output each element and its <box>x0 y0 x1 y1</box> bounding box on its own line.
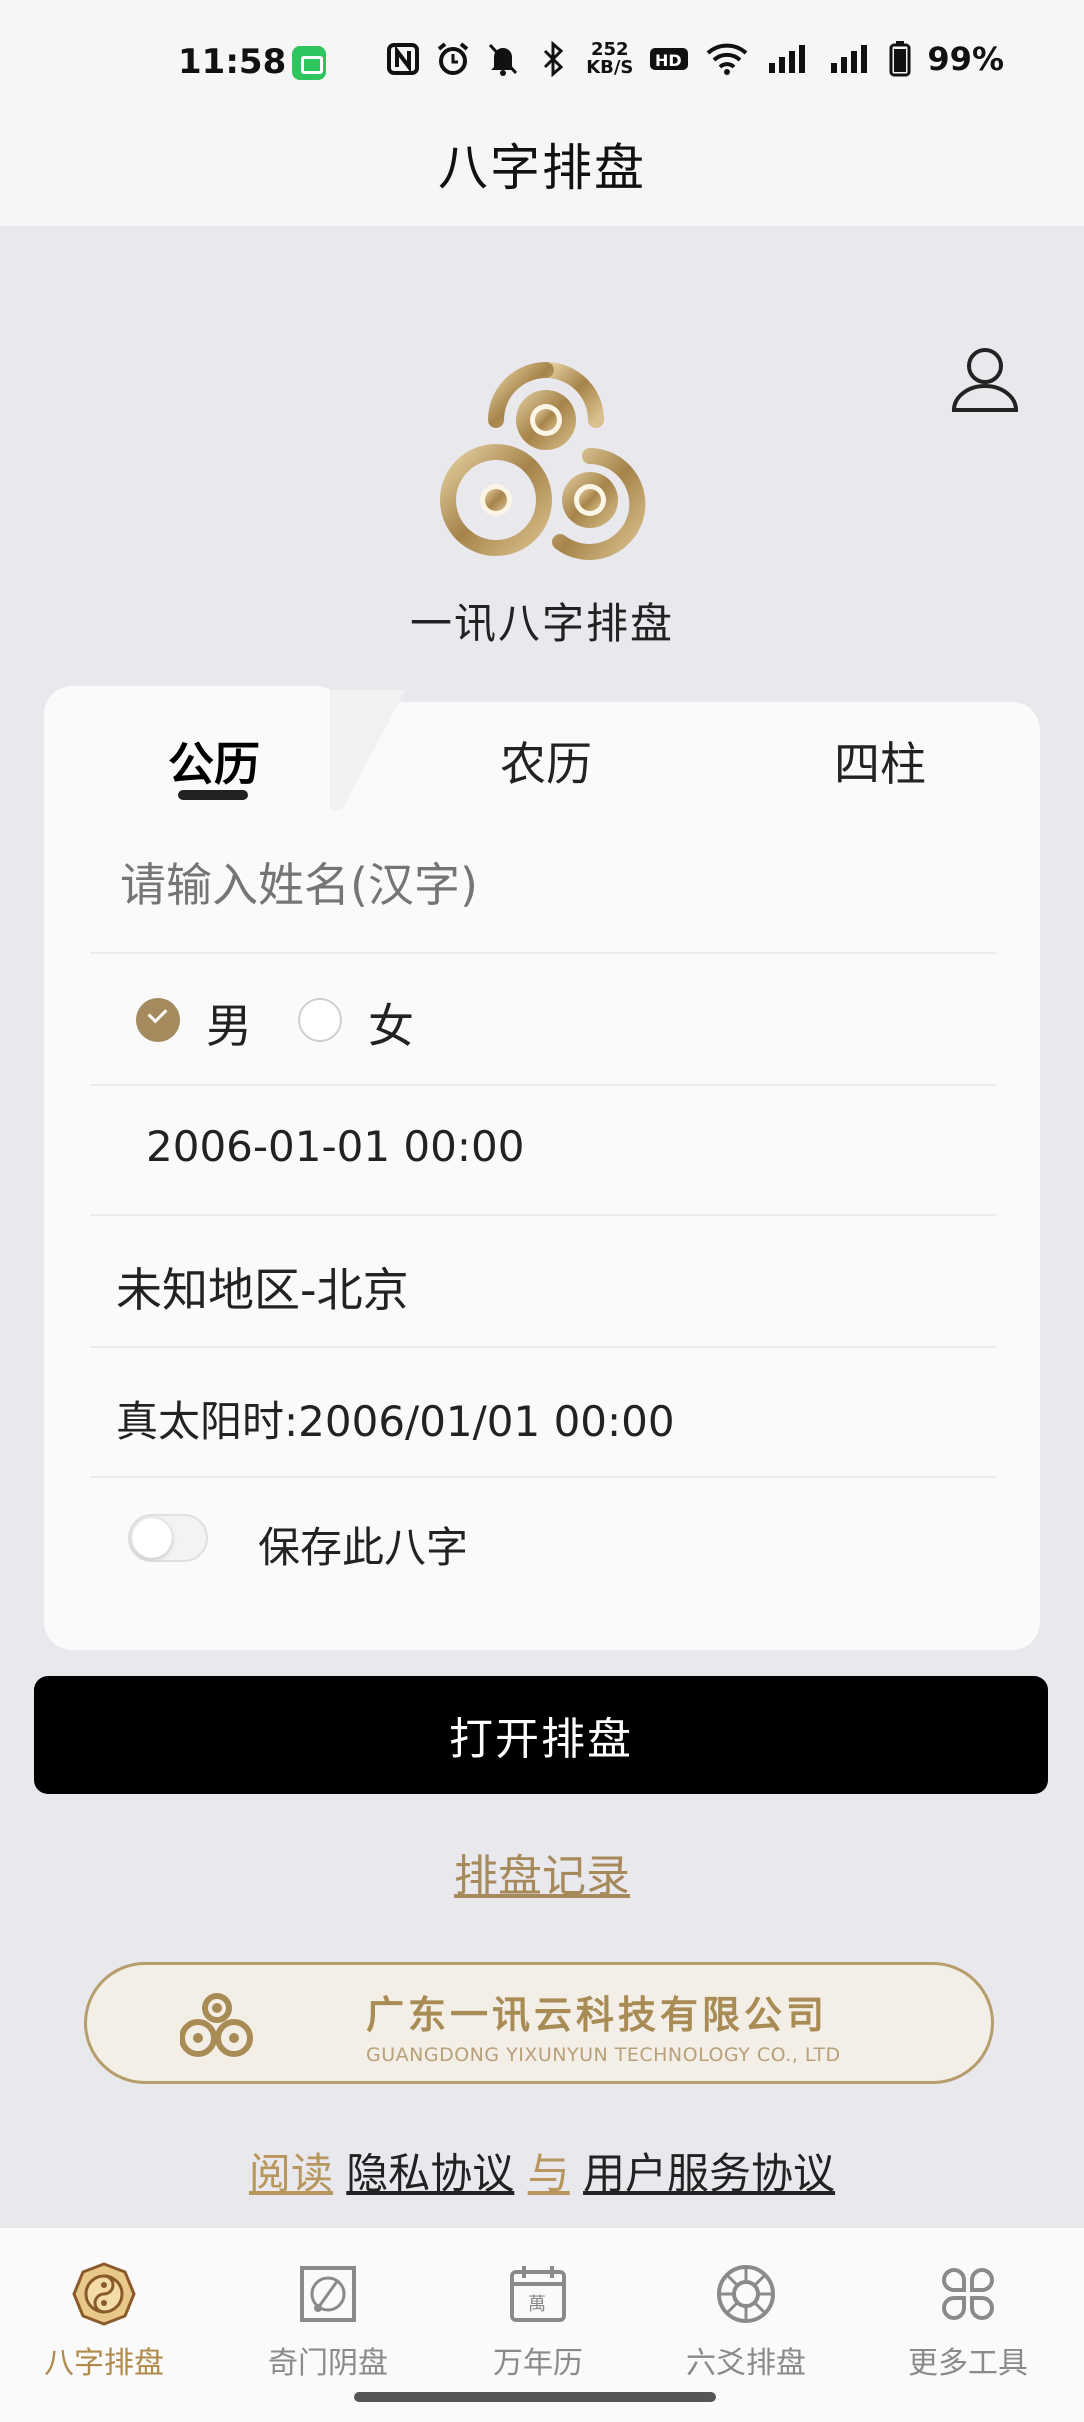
home-indicator[interactable] <box>354 2392 716 2402</box>
nav-item-qimen[interactable]: 奇门阴盘 <box>238 2262 418 2382</box>
divider <box>90 1084 996 1086</box>
tab-lunar-calendar[interactable]: 农历 <box>500 728 592 794</box>
brand-name: 一讯八字排盘 <box>409 599 674 648</box>
agreement-links: 阅读 隐私协议 与 用户服务协议 <box>0 2140 1084 2201</box>
signal-5g-icon-2 <box>827 41 873 77</box>
hd-icon: HD <box>649 41 689 77</box>
nav-label: 更多工具 <box>908 2346 1028 2381</box>
true-solar-time: 真太阳时:2006/01/01 00:00 <box>116 1397 675 1446</box>
user-profile-icon[interactable] <box>950 344 1020 416</box>
nav-item-bazi[interactable]: 八字排盘 <box>14 2262 194 2382</box>
nav-label: 奇门阴盘 <box>268 2346 388 2381</box>
status-icons: 252 KB/S HD 99% <box>386 40 1004 78</box>
male-radio[interactable] <box>136 998 180 1042</box>
calendar-icon: 萬 <box>506 2262 570 2326</box>
compass-board-icon <box>296 2262 360 2326</box>
page-title: 八字排盘 <box>438 139 646 197</box>
name-input[interactable] <box>120 858 980 912</box>
open-chart-button[interactable]: 打开排盘 <box>34 1676 1048 1794</box>
save-bazi-label: 保存此八字 <box>258 1523 469 1572</box>
battery-percent: 99% <box>927 40 1004 78</box>
grid-apps-icon <box>936 2262 1000 2326</box>
bluetooth-icon <box>536 40 570 78</box>
app-logo <box>440 360 652 560</box>
nav-item-more-tools[interactable]: 更多工具 <box>878 2262 1058 2382</box>
status-time: 11:58 <box>178 42 287 82</box>
company-name-cn: 广东一讯云科技有限公司 <box>366 1993 829 2037</box>
nav-label: 六爻排盘 <box>686 2346 806 2381</box>
nav-item-liuyao[interactable]: 六爻排盘 <box>656 2262 836 2382</box>
nav-label: 八字排盘 <box>44 2346 164 2381</box>
network-speed: 252 KB/S <box>586 41 633 77</box>
male-label[interactable]: 男 <box>206 990 252 1056</box>
female-radio[interactable] <box>298 998 342 1042</box>
bagua-coin-icon <box>72 2262 136 2326</box>
birth-datetime-field[interactable]: 2006-01-01 00:00 <box>146 1122 524 1171</box>
alarm-icon <box>436 41 470 77</box>
chart-records-link[interactable]: 排盘记录 <box>0 1840 1084 1904</box>
birth-info-card <box>44 702 1040 1650</box>
tab-slant-decoration <box>330 690 420 810</box>
status-bar: 11:58 252 KB/S HD 99% <box>0 0 1084 128</box>
female-label[interactable]: 女 <box>368 990 414 1056</box>
nfc-icon <box>386 41 420 77</box>
birth-location-field[interactable]: 未知地区-北京 <box>116 1254 409 1320</box>
svg-text:HD: HD <box>655 51 682 70</box>
wifi-icon <box>705 41 749 77</box>
divider <box>90 1214 996 1216</box>
user-service-agreement-link[interactable]: 用户服务协议 <box>583 2149 835 2198</box>
divider <box>90 1476 996 1478</box>
company-name-en: GUANGDONG YIXUNYUN TECHNOLOGY CO., LTD <box>366 2044 841 2066</box>
divider <box>90 1346 996 1348</box>
tab-solar-calendar[interactable]: 公历 <box>168 728 260 794</box>
divider <box>90 952 996 954</box>
message-app-icon <box>292 46 326 80</box>
nav-label: 万年历 <box>493 2346 583 2381</box>
coin-wheel-icon <box>714 2262 778 2326</box>
speed-unit: KB/S <box>586 57 634 78</box>
active-tab-indicator <box>178 790 248 800</box>
read-label: 阅读 <box>248 2149 333 2198</box>
mute-bell-icon <box>486 41 520 77</box>
battery-icon <box>889 41 911 77</box>
company-logo-icon <box>179 1988 254 2060</box>
svg-text:萬: 萬 <box>528 2294 546 2315</box>
signal-5g-icon-1 <box>765 41 811 77</box>
and-label: 与 <box>527 2149 570 2198</box>
top-bar: 11:58 252 KB/S HD 99% 八字排盘 <box>0 0 1084 226</box>
save-bazi-toggle[interactable] <box>128 1514 208 1562</box>
nav-item-calendar[interactable]: 萬 万年历 <box>448 2262 628 2382</box>
tab-four-pillars[interactable]: 四柱 <box>834 728 926 794</box>
privacy-policy-link[interactable]: 隐私协议 <box>346 2149 514 2198</box>
